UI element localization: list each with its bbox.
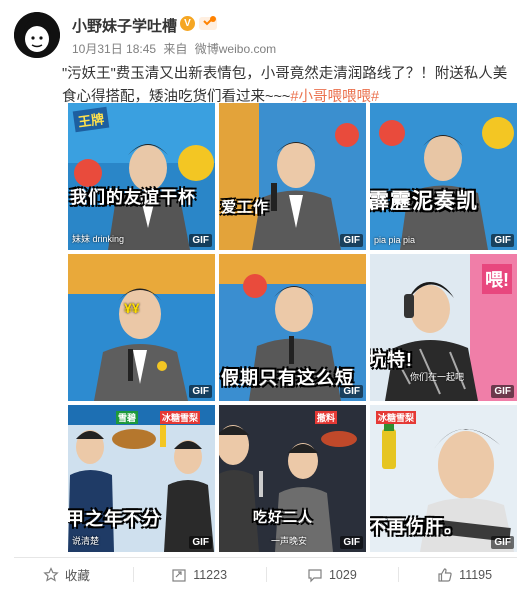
- verified-badge-icon: V: [180, 16, 195, 31]
- repost-button[interactable]: 11223: [132, 558, 266, 591]
- gif-tile[interactable]: 雪碧 冰糖雪梨 甲之年不分 说清楚 GIF: [68, 405, 215, 552]
- gif-badge: GIF: [340, 385, 363, 398]
- tile-label: 雪碧: [116, 411, 139, 424]
- avatar[interactable]: [14, 12, 60, 58]
- tile-overlay: ¥¥: [124, 300, 140, 316]
- username[interactable]: 小野妹子学吐槽: [72, 15, 177, 36]
- star-icon: [43, 566, 59, 582]
- tile-caption: 你们在一起吧: [410, 372, 465, 382]
- like-button[interactable]: 11195: [398, 558, 531, 591]
- tile-subtitle: 吃好二人: [253, 509, 313, 525]
- gif-tile[interactable]: ¥¥ GIF: [68, 254, 215, 401]
- action-bar: 收藏 11223 1029 11195: [0, 558, 531, 591]
- comment-button[interactable]: 1029: [265, 558, 399, 591]
- gif-tile[interactable]: 撒料 吃好二人 一声晚安 GIF: [219, 405, 366, 552]
- post-text: "污妖王"费玉清又出新表情包，小哥竟然走清润路线了？！附送私人美食心得搭配，矮油…: [62, 66, 508, 105]
- gif-badge: GIF: [189, 234, 212, 247]
- gif-tile[interactable]: 霹靂泥奏凯 pia pia pia GIF: [370, 103, 517, 250]
- tile-subtitle: 我们的友谊干杯: [70, 188, 196, 207]
- tile-label: 冰糖雪梨: [376, 411, 417, 424]
- comment-icon: [308, 568, 322, 582]
- tile-subtitle: 霹靂泥奏凯: [370, 190, 478, 213]
- gif-tile[interactable]: 王牌 我们的友谊干杯 妹妹 drinking GIF: [68, 103, 215, 250]
- repost-count: 11223: [193, 567, 228, 582]
- post-source[interactable]: 微博weibo.com: [195, 42, 276, 56]
- gif-badge: GIF: [491, 385, 514, 398]
- fan-badge-icon[interactable]: [199, 15, 217, 31]
- post-header: 小野妹子学吐槽 V 10月31日 18:45 来自 微博weibo.com: [14, 10, 514, 60]
- favorite-button[interactable]: 收藏: [0, 558, 133, 591]
- repost-icon: [172, 568, 186, 582]
- gif-tile[interactable]: 喂! 坑特! 你们在一起吧 GIF: [370, 254, 517, 401]
- post-date[interactable]: 10月31日 18:45: [72, 42, 156, 56]
- tile-caption: pia pia pia: [374, 235, 416, 245]
- tile-label: 撒料: [315, 411, 338, 424]
- thumbs-up-icon: [438, 567, 452, 582]
- post-meta: 10月31日 18:45 来自 微博weibo.com: [72, 40, 280, 57]
- like-count: 11195: [459, 567, 493, 582]
- gif-badge: GIF: [340, 536, 363, 549]
- gif-badge: GIF: [189, 536, 212, 549]
- gif-badge: GIF: [491, 234, 514, 247]
- tile-banner: 喂!: [482, 264, 512, 294]
- tile-label: 冰糖雪梨: [160, 411, 201, 424]
- tile-subtitle: 甲之年不分: [68, 509, 161, 529]
- image-grid: 王牌 我们的友谊干杯 妹妹 drinking GIF 爱工作 GIF 霹靂泥奏凯…: [68, 103, 518, 553]
- source-prefix: 来自: [163, 42, 188, 56]
- comment-count: 1029: [328, 567, 357, 582]
- tile-caption: 妹妹 drinking: [72, 234, 125, 244]
- tile-subtitle: 爱工作: [221, 199, 270, 216]
- gif-badge: GIF: [189, 385, 212, 398]
- tile-subtitle: 坑特!: [370, 350, 413, 370]
- favorite-label: 收藏: [64, 569, 90, 583]
- tile-caption: 一声晚安: [271, 536, 308, 546]
- tile-subtitle: 假期只有这么短: [221, 368, 354, 388]
- tile-subtitle: 不再伤肝。: [370, 517, 463, 537]
- gif-tile[interactable]: 冰糖雪梨 不再伤肝。 GIF: [370, 405, 517, 552]
- gif-tile[interactable]: 假期只有这么短 GIF: [219, 254, 366, 401]
- gif-badge: GIF: [491, 536, 514, 549]
- tile-caption: 说清楚: [72, 536, 100, 546]
- gif-tile[interactable]: 爱工作 GIF: [219, 103, 366, 250]
- gif-badge: GIF: [340, 234, 363, 247]
